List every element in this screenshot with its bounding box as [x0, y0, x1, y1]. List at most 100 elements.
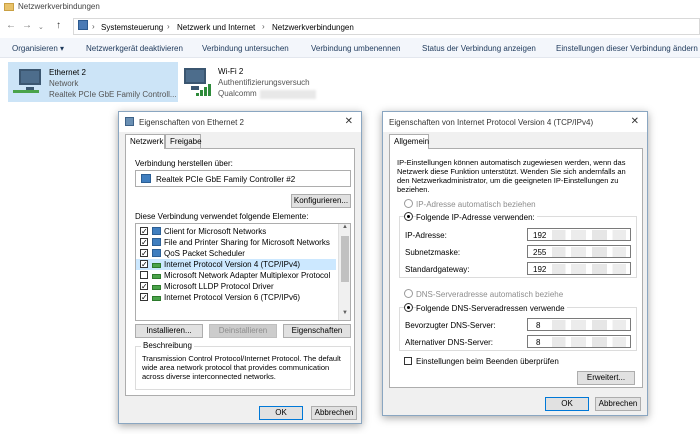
alternate-dns-value: 8 [536, 338, 541, 347]
tab-allgemein[interactable]: Allgemein [389, 134, 429, 149]
adapter-name: Ethernet 2 [49, 68, 86, 77]
change-settings-command[interactable]: Einstellungen dieser Verbindung ändern [556, 44, 698, 53]
list-item[interactable]: ✓ QoS Packet Scheduler [136, 248, 336, 259]
manual-ip-radio[interactable] [404, 212, 413, 221]
protocol-icon [152, 285, 161, 290]
recent-dropdown-icon[interactable]: ⌄ [38, 22, 44, 34]
adapter-status: Authentifizierungsversuch [218, 78, 310, 87]
install-button[interactable]: Installieren... [135, 324, 203, 338]
service-icon [152, 249, 161, 257]
redacted-area [260, 90, 316, 99]
validate-label: Einstellungen beim Beenden überprüfen [416, 357, 559, 366]
description-legend: Beschreibung [141, 341, 194, 350]
dialog-titlebar: Eigenschaften von Internet Protocol Vers… [383, 112, 647, 132]
wifi-adapter-icon [184, 68, 206, 90]
address-box[interactable]: › Systemsteuerung › Netzwerk und Interne… [73, 18, 700, 35]
breadcrumb-separator-icon: › [262, 22, 265, 31]
adapter-name-value: Realtek PCIe GbE Family Controller #2 [156, 175, 296, 184]
gateway-field[interactable]: 192 [527, 262, 631, 275]
adapter-wifi-2[interactable]: Wi-Fi 2 Authentifizierungsversuch Qualco… [178, 62, 338, 102]
checkbox[interactable]: ✓ [140, 249, 148, 258]
manual-dns-radio[interactable] [404, 303, 413, 312]
address-bar: ← → ⌄ ↑ › Systemsteuerung › Netzwerk und… [0, 14, 700, 38]
list-item-label: Internet Protocol Version 6 (TCP/IPv6) [164, 293, 301, 302]
signal-bars-icon [196, 84, 212, 96]
list-item[interactable]: ✓ Client for Microsoft Networks [136, 226, 336, 237]
protocol-icon [152, 263, 161, 268]
ok-button[interactable]: OK [545, 397, 589, 411]
window-title: Netzwerkverbindungen [18, 2, 100, 11]
description-text: Transmission Control Protocol/Internet P… [142, 354, 341, 381]
close-icon[interactable]: ✕ [631, 116, 639, 127]
scroll-down-icon[interactable]: ▼ [339, 310, 350, 320]
rename-connection-command[interactable]: Verbindung umbenennen [311, 44, 400, 53]
back-arrow-icon[interactable]: ← [6, 20, 16, 32]
advanced-button[interactable]: Erweitert... [577, 371, 635, 385]
redacted-area [552, 264, 626, 274]
breadcrumb-separator-icon: › [92, 22, 95, 31]
properties-button[interactable]: Eigenschaften [283, 324, 351, 338]
scroll-thumb[interactable] [341, 236, 349, 282]
uninstall-button: Deinstallieren [209, 324, 277, 338]
subnet-mask-field[interactable]: 255 [527, 245, 631, 258]
adapter-name: Wi-Fi 2 [218, 67, 244, 76]
configure-button[interactable]: Konfigurieren... [291, 194, 351, 208]
list-item[interactable]: Microsoft Network Adapter Multiplexor Pr… [136, 270, 336, 281]
components-list[interactable]: ✓ Client for Microsoft Networks ✓ File a… [135, 223, 351, 321]
list-item[interactable]: ✓ File and Printer Sharing for Microsoft… [136, 237, 336, 248]
subnet-mask-value: 255 [533, 248, 547, 257]
folder-icon [4, 3, 14, 11]
list-item-label: Client for Microsoft Networks [164, 227, 267, 236]
forward-arrow-icon[interactable]: → [22, 20, 32, 32]
checkbox[interactable] [140, 271, 148, 279]
breadcrumb-systemsteuerung[interactable]: Systemsteuerung [101, 23, 163, 32]
validate-checkbox[interactable] [404, 357, 412, 365]
list-item-label: Microsoft LLDP Protocol Driver [164, 282, 274, 291]
dialog-title: Eigenschaften von Internet Protocol Vers… [389, 118, 594, 127]
connect-using-label: Verbindung herstellen über: [135, 159, 233, 168]
redacted-area [552, 247, 626, 257]
alternate-dns-field[interactable]: 8 [527, 335, 631, 348]
checkbox[interactable]: ✓ [140, 227, 148, 236]
network-cable-icon [13, 90, 39, 93]
breadcrumb-separator-icon: › [167, 22, 170, 31]
list-item-label: Microsoft Network Adapter Multiplexor Pr… [164, 271, 331, 280]
breadcrumb-netzwerkverbindungen[interactable]: Netzwerkverbindungen [272, 23, 354, 32]
ok-button[interactable]: OK [259, 406, 303, 420]
breadcrumb-netzwerk-internet[interactable]: Netzwerk und Internet [177, 23, 255, 32]
ip-address-label: IP-Adresse: [405, 231, 447, 240]
scroll-up-icon[interactable]: ▲ [339, 224, 350, 234]
list-item[interactable]: ✓ Microsoft LLDP Protocol Driver [136, 281, 336, 292]
checkbox[interactable]: ✓ [140, 293, 148, 302]
preferred-dns-field[interactable]: 8 [527, 318, 631, 331]
checkbox[interactable]: ✓ [140, 260, 148, 269]
adapter-status: Network [49, 79, 79, 88]
ipv4-properties-dialog: Eigenschaften von Internet Protocol Vers… [382, 111, 648, 416]
up-arrow-icon[interactable]: ↑ [56, 20, 61, 32]
diagnose-connection-command[interactable]: Verbindung untersuchen [202, 44, 289, 53]
tab-netzwerk[interactable]: Netzwerk [125, 134, 165, 149]
cancel-button[interactable]: Abbrechen [311, 406, 357, 420]
disable-device-command[interactable]: Netzwerkgerät deaktivieren [86, 44, 183, 53]
adapter-device: Realtek PCIe GbE Family Controll... [49, 90, 177, 99]
adapter-ethernet-2[interactable]: Ethernet 2 Network Realtek PCIe GbE Fami… [8, 62, 178, 102]
list-item[interactable]: ✓ Internet Protocol Version 4 (TCP/IPv4) [136, 259, 336, 270]
list-scrollbar[interactable]: ▲ ▼ [338, 224, 350, 320]
organize-menu[interactable]: Organisieren ▾ [12, 44, 64, 53]
checkbox[interactable]: ✓ [140, 238, 148, 247]
dialog-titlebar: Eigenschaften von Ethernet 2 ✕ [119, 112, 361, 132]
close-icon[interactable]: ✕ [345, 116, 353, 127]
dialog-title: Eigenschaften von Ethernet 2 [139, 118, 244, 127]
auto-dns-radio[interactable] [404, 289, 413, 298]
checkbox[interactable]: ✓ [140, 282, 148, 291]
alternate-dns-label: Alternativer DNS-Server: [405, 338, 494, 347]
cancel-button[interactable]: Abbrechen [595, 397, 641, 411]
list-item-label: QoS Packet Scheduler [164, 249, 245, 258]
tab-freigabe[interactable]: Freigabe [165, 134, 202, 148]
view-status-command[interactable]: Status der Verbindung anzeigen [422, 44, 536, 53]
auto-ip-radio[interactable] [404, 199, 413, 208]
ip-address-field[interactable]: 192 [527, 228, 631, 241]
list-item[interactable]: ✓ Internet Protocol Version 6 (TCP/IPv6) [136, 292, 336, 303]
list-item-label: Internet Protocol Version 4 (TCP/IPv4) [164, 260, 301, 269]
description-group: Beschreibung Transmission Control Protoc… [135, 341, 351, 390]
